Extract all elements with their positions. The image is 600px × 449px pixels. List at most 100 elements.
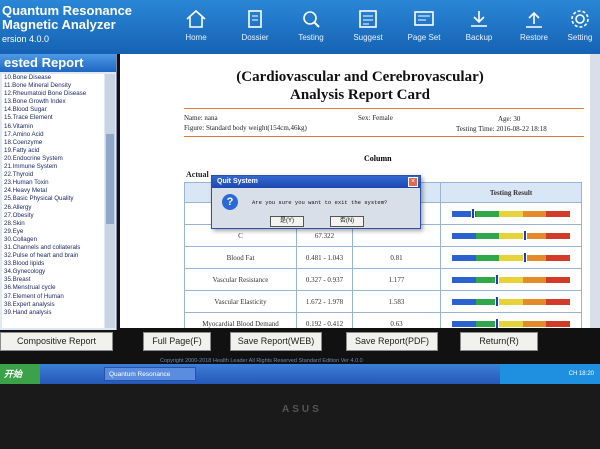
- monitor-bezel: ASUS: [0, 384, 600, 449]
- brand-logo: ASUS: [282, 404, 322, 415]
- list-item[interactable]: 36.Menstrual cycle: [2, 284, 104, 292]
- app-header: Quantum Resonance Magnetic Analyzer ersi…: [0, 0, 600, 54]
- nav-restore-button[interactable]: Restore: [508, 8, 560, 50]
- action-bar: Full Page(F) Save Report(WEB) Save Repor…: [120, 330, 600, 354]
- home-icon: [186, 9, 206, 28]
- report-title-line1: (Cardiovascular and Cerebrovascular): [236, 69, 484, 85]
- list-item[interactable]: 15.Trace Element: [2, 114, 104, 122]
- start-button[interactable]: 开始: [0, 364, 40, 384]
- app-version: ersion 4.0.0: [2, 34, 50, 44]
- nav-label: Dossier: [241, 33, 269, 42]
- list-item[interactable]: 39.Hand analysis: [2, 309, 104, 317]
- result-bar: [452, 207, 570, 219]
- report-list: 10.Bone Disease 11.Bone Mineral Density 12…: [2, 74, 104, 328]
- backup-icon: [471, 11, 487, 27]
- scroll-thumb[interactable]: [106, 134, 114, 224]
- list-item[interactable]: 34.Gynecology: [2, 268, 104, 276]
- patient-age: Age: 30: [498, 115, 521, 123]
- table-row: Vascular Resistance 0.327 - 0.937 1.177: [184, 268, 582, 291]
- list-item[interactable]: 25.Basic Physical Quality: [2, 195, 104, 203]
- list-item[interactable]: 35.Breast: [2, 276, 104, 284]
- header-result: Testing Result: [440, 182, 582, 203]
- list-item[interactable]: 38.Expert analysis: [2, 301, 104, 309]
- list-item[interactable]: 28.Skin: [2, 220, 104, 228]
- list-item[interactable]: 32.Pulse of heart and brain: [2, 252, 104, 260]
- app-title: Quantum Resonance Magnetic Analyzer ersi…: [2, 4, 132, 46]
- taskbar-app[interactable]: Quantum Resonance: [104, 367, 196, 381]
- cell-value: 0.63: [352, 312, 441, 328]
- dialog-message: Are you sure you want to exit the system…: [252, 199, 388, 206]
- list-item[interactable]: 10.Bone Disease: [2, 74, 104, 82]
- gear-icon: [571, 10, 589, 28]
- table-row: Blood Fat 0.481 - 1.043 0.81: [184, 246, 582, 269]
- list-item[interactable]: 23.Human Toxin: [2, 179, 104, 187]
- no-button[interactable]: 否(N): [330, 216, 364, 227]
- return-button[interactable]: Return(R): [460, 332, 538, 351]
- table-row: Myocardial Blood Demand 0.192 - 0.412 0.63: [184, 312, 582, 328]
- list-item[interactable]: 19.Fatty acid: [2, 147, 104, 155]
- cell-value: 1.177: [352, 268, 441, 291]
- result-marker: [494, 273, 499, 285]
- nav-setting-button[interactable]: Setting: [560, 8, 600, 50]
- nav-backup-button[interactable]: Backup: [453, 8, 505, 50]
- list-item[interactable]: 11.Bone Mineral Density: [2, 82, 104, 90]
- cell-value: 0.81: [352, 246, 441, 269]
- list-item[interactable]: 24.Heavy Metal: [2, 187, 104, 195]
- list-item[interactable]: 30.Collagen: [2, 236, 104, 244]
- list-item[interactable]: 18.Coenzyme: [2, 139, 104, 147]
- cell-range: 1.672 - 1.978: [296, 290, 353, 313]
- report-scrollbar[interactable]: [590, 54, 600, 328]
- nav-testing-button[interactable]: Testing: [285, 8, 337, 50]
- cell-item: Vascular Resistance: [184, 268, 297, 291]
- result-bar: [452, 317, 570, 328]
- yes-button[interactable]: 是(Y): [270, 216, 304, 227]
- patient-sex: Sex: Female: [358, 114, 393, 122]
- dialog-title: Quit System: [212, 176, 420, 188]
- list-item[interactable]: 17.Amino Acid: [2, 131, 104, 139]
- result-bar: [452, 229, 570, 241]
- list-item[interactable]: 14.Blood Sugar: [2, 106, 104, 114]
- cell-result: [440, 246, 582, 269]
- list-item[interactable]: 12.Rheumatoid Bone Disease: [2, 90, 104, 98]
- list-item[interactable]: 33.Blood lipids: [2, 260, 104, 268]
- list-item[interactable]: 20.Endocrine System: [2, 155, 104, 163]
- save-web-button[interactable]: Save Report(WEB): [230, 332, 322, 351]
- cell-item: Myocardial Blood Demand: [184, 312, 297, 328]
- nav-label: Testing: [298, 33, 324, 42]
- nav-label: Page Set: [407, 33, 441, 42]
- result-marker: [523, 229, 528, 241]
- list-item[interactable]: 27.Obesity: [2, 212, 104, 220]
- close-icon[interactable]: ×: [408, 177, 418, 187]
- testing-icon: [303, 11, 320, 28]
- list-item[interactable]: 31.Channels and collaterals: [2, 244, 104, 252]
- column-label: Column: [364, 154, 392, 163]
- actual-label: Actual: [186, 170, 209, 179]
- app-title-line2: Magnetic Analyzer: [2, 17, 116, 32]
- compositive-report-button[interactable]: Compositive Report: [0, 332, 113, 351]
- list-item[interactable]: 16.Vitamin: [2, 123, 104, 131]
- list-item[interactable]: 22.Thyroid: [2, 171, 104, 179]
- list-item[interactable]: 37.Element of Human: [2, 293, 104, 301]
- list-item[interactable]: 13.Bone Growth Index: [2, 98, 104, 106]
- cell-result: [440, 268, 582, 291]
- cell-result: [440, 290, 582, 313]
- full-page-button[interactable]: Full Page(F): [143, 332, 211, 351]
- nav-home-button[interactable]: Home: [170, 8, 222, 50]
- nav-page-set-button[interactable]: Page Set: [398, 8, 450, 50]
- result-bar: [452, 251, 570, 263]
- save-pdf-button[interactable]: Save Report(PDF): [346, 332, 438, 351]
- list-item[interactable]: 26.Allergy: [2, 204, 104, 212]
- list-item[interactable]: 29.Eye: [2, 228, 104, 236]
- list-item[interactable]: 21.Immune System: [2, 163, 104, 171]
- result-bar: [452, 273, 570, 285]
- nav-suggest-button[interactable]: Suggest: [342, 8, 394, 50]
- cell-range: 0.192 - 0.412: [296, 312, 353, 328]
- report-title: (Cardiovascular and Cerebrovascular) Ana…: [160, 68, 560, 104]
- nav-dossier-button[interactable]: Dossier: [229, 8, 281, 50]
- app-title-line1: Quantum Resonance: [2, 3, 133, 18]
- sidebar-scrollbar[interactable]: [105, 74, 115, 328]
- result-marker: [494, 317, 499, 328]
- report-title-line2: Analysis Report Card: [289, 87, 430, 103]
- nav-label: Suggest: [353, 33, 383, 42]
- table-row: Vascular Elasticity 1.672 - 1.978 1.583: [184, 290, 582, 313]
